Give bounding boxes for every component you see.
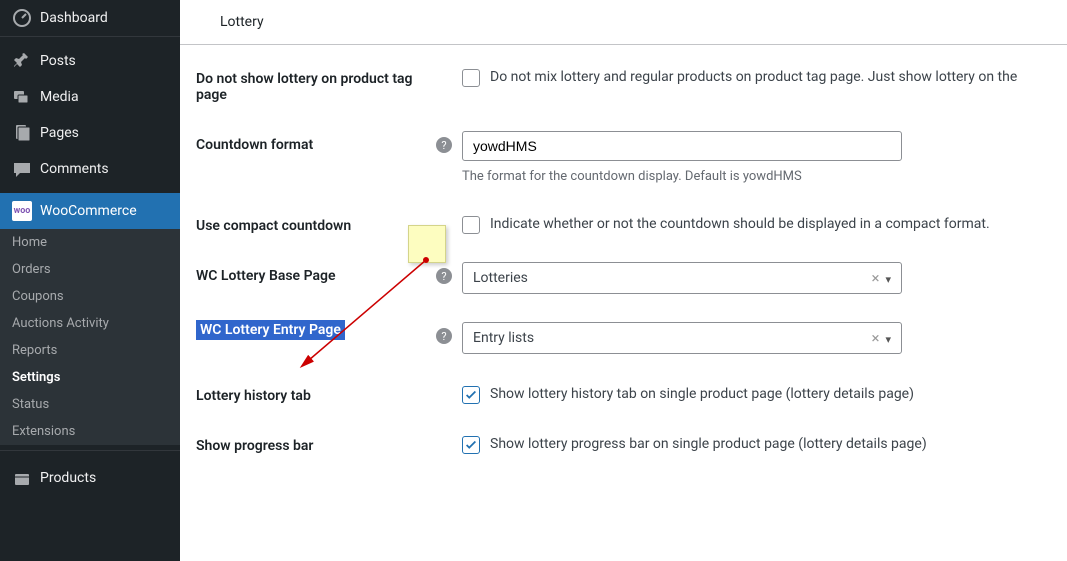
submenu-reports[interactable]: Reports <box>0 337 180 364</box>
label-entry-page: WC Lottery Entry Page <box>196 320 345 340</box>
label-noshow-tag: Do not show lottery on product tag page <box>196 65 436 103</box>
sidebar-item-media[interactable]: Media <box>0 79 180 115</box>
help-icon[interactable]: ? <box>436 328 452 344</box>
chevron-down-icon: ▾ <box>885 333 891 346</box>
sidebar-label: Comments <box>40 161 109 177</box>
submenu-home[interactable]: Home <box>0 229 180 256</box>
sidebar-item-woocommerce[interactable]: woo WooCommerce <box>0 193 180 229</box>
checkbox-noshow-tag[interactable] <box>462 69 480 87</box>
annotation-sticky-note <box>408 225 446 263</box>
comment-icon <box>12 159 32 179</box>
checkbox-compact[interactable] <box>462 216 480 234</box>
row-noshow-tag: Do not show lottery on product tag page … <box>196 65 1067 103</box>
settings-content: Lottery Do not show lottery on product t… <box>180 0 1067 561</box>
dashboard-icon <box>12 8 32 28</box>
help-icon[interactable]: ? <box>436 137 452 153</box>
sidebar-label: Dashboard <box>40 10 108 26</box>
desc-noshow-tag: Do not mix lottery and regular products … <box>490 65 1017 85</box>
label-progress: Show progress bar <box>196 432 436 454</box>
sidebar-label: Media <box>40 89 79 105</box>
admin-sidebar: Dashboard Posts Media Pages Comments woo… <box>0 0 180 561</box>
sidebar-label: Pages <box>40 125 79 141</box>
submenu-extensions[interactable]: Extensions <box>0 418 180 445</box>
row-base-page: WC Lottery Base Page ? Lotteries × ▾ <box>196 262 1067 294</box>
checkbox-history[interactable] <box>462 386 480 404</box>
checkbox-progress[interactable] <box>462 436 480 454</box>
submenu-auctions[interactable]: Auctions Activity <box>0 310 180 337</box>
sidebar-label: Posts <box>40 53 76 69</box>
row-progress: Show progress bar Show lottery progress … <box>196 432 1067 454</box>
clear-icon[interactable]: × <box>871 329 879 347</box>
row-history: Lottery history tab Show lottery history… <box>196 382 1067 404</box>
desc-history: Show lottery history tab on single produ… <box>490 382 914 402</box>
row-compact: Use compact countdown Indicate whether o… <box>196 212 1067 234</box>
help-icon[interactable]: ? <box>436 268 452 284</box>
sidebar-item-pages[interactable]: Pages <box>0 115 180 151</box>
woocommerce-icon: woo <box>12 201 32 221</box>
sidebar-label: WooCommerce <box>40 203 137 219</box>
submenu-settings[interactable]: Settings <box>0 364 180 391</box>
products-icon <box>12 468 32 488</box>
desc-compact: Indicate whether or not the countdown sh… <box>490 212 990 232</box>
label-base-page: WC Lottery Base Page <box>196 262 436 284</box>
chevron-down-icon: ▾ <box>885 273 891 286</box>
pin-icon <box>12 51 32 71</box>
sidebar-item-comments[interactable]: Comments <box>0 151 180 187</box>
sidebar-item-posts[interactable]: Posts <box>0 43 180 79</box>
input-countdown-format[interactable] <box>462 131 902 161</box>
media-icon <box>12 87 32 107</box>
woocommerce-submenu: Home Orders Coupons Auctions Activity Re… <box>0 229 180 445</box>
submenu-orders[interactable]: Orders <box>0 256 180 283</box>
submenu-status[interactable]: Status <box>0 391 180 418</box>
select-value: Lotteries <box>473 270 871 286</box>
label-compact: Use compact countdown <box>196 212 436 234</box>
row-entry-page: WC Lottery Entry Page ? Entry lists × ▾ <box>196 322 1067 354</box>
label-countdown-format: Countdown format <box>196 131 436 153</box>
subdesc-countdown-format: The format for the countdown display. De… <box>462 169 902 184</box>
sidebar-item-products[interactable]: Products <box>0 460 180 496</box>
select-base-page[interactable]: Lotteries × ▾ <box>462 262 902 294</box>
sidebar-item-dashboard[interactable]: Dashboard <box>0 0 180 37</box>
clear-icon[interactable]: × <box>871 269 879 287</box>
sidebar-label: Products <box>40 470 96 486</box>
desc-progress: Show lottery progress bar on single prod… <box>490 432 927 452</box>
select-value: Entry lists <box>473 330 871 346</box>
select-entry-page[interactable]: Entry lists × ▾ <box>462 322 902 354</box>
tab-lottery[interactable]: Lottery <box>180 0 1067 45</box>
label-history: Lottery history tab <box>196 382 436 404</box>
row-countdown-format: Countdown format ? The format for the co… <box>196 131 1067 184</box>
submenu-coupons[interactable]: Coupons <box>0 283 180 310</box>
page-icon <box>12 123 32 143</box>
